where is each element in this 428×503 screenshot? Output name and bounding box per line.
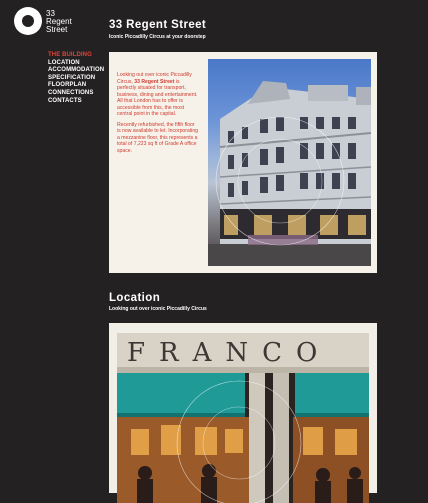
building-photo bbox=[208, 59, 371, 266]
intro-paragraph-2: Recently refurbished, the fifth floor is… bbox=[117, 121, 198, 154]
location-panel: FRANCO bbox=[109, 323, 377, 503]
building-panel: Looking out over iconic Piccadilly Circu… bbox=[109, 52, 377, 273]
nav-item-the-building[interactable]: THE BUILDING bbox=[48, 52, 104, 60]
location-photo: FRANCO bbox=[117, 333, 369, 503]
main-nav: THE BUILDING LOCATION ACCOMMODATION SPEC… bbox=[48, 52, 104, 105]
nav-item-floorplan[interactable]: FLOORPLAN bbox=[48, 82, 104, 90]
nav-item-contacts[interactable]: CONTACTS bbox=[48, 98, 104, 106]
building-intro: Looking out over iconic Piccadilly Circu… bbox=[117, 72, 199, 158]
cafe-sign-text: FRANCO bbox=[127, 338, 331, 368]
location-subtitle: Looking out over iconic Piccadilly Circu… bbox=[109, 306, 207, 312]
nav-item-accommodation[interactable]: ACCOMMODATION bbox=[48, 67, 104, 75]
nav-item-location[interactable]: LOCATION bbox=[48, 60, 104, 68]
nav-item-specification[interactable]: SPECIFICATION bbox=[48, 75, 104, 83]
logo-ring-icon bbox=[14, 7, 42, 35]
building-illustration bbox=[208, 81, 371, 266]
logo-text: 33 Regent Street bbox=[46, 10, 72, 34]
logo-line-3: Street bbox=[46, 25, 68, 34]
intro-paragraph-1: Looking out over iconic Piccadilly Circu… bbox=[117, 72, 199, 118]
building-title: 33 Regent Street bbox=[109, 19, 207, 31]
intro-text-bold: 33 Regent Street bbox=[134, 78, 175, 85]
nav-item-connections[interactable]: CONNECTIONS bbox=[48, 90, 104, 98]
intro-text-b: is perfectly situated for transport, bus… bbox=[117, 78, 198, 118]
building-subtitle: Iconic Piccadilly Circus at your doorste… bbox=[109, 34, 206, 40]
cafe-illustration: FRANCO bbox=[117, 333, 369, 503]
location-title: Location bbox=[109, 292, 161, 304]
